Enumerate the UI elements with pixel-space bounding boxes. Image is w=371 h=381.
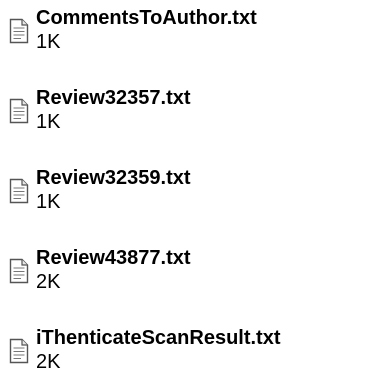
file-list: CommentsToAuthor.txt 1K Review32357.txt …	[0, 0, 371, 381]
file-item-review-32359[interactable]: Review32359.txt 1K	[0, 166, 371, 226]
text-document-icon	[9, 338, 29, 364]
file-item-ithenticate-scan-result[interactable]: iThenticateScanResult.txt 2K	[0, 326, 371, 381]
file-name[interactable]: Review32357.txt	[36, 86, 191, 110]
file-size: 1K	[36, 191, 61, 213]
text-document-icon	[9, 258, 29, 284]
file-name[interactable]: iThenticateScanResult.txt	[36, 326, 281, 350]
text-document-icon	[9, 98, 29, 124]
file-name[interactable]: CommentsToAuthor.txt	[36, 6, 257, 30]
text-document-icon	[9, 178, 29, 204]
file-item-review-32357[interactable]: Review32357.txt 1K	[0, 86, 371, 146]
text-document-icon	[9, 18, 29, 44]
file-size: 1K	[36, 31, 61, 53]
file-item-comments-to-author[interactable]: CommentsToAuthor.txt 1K	[0, 6, 371, 66]
file-size: 1K	[36, 111, 61, 133]
file-size: 2K	[36, 351, 61, 373]
file-size: 2K	[36, 271, 61, 293]
file-item-review-43877[interactable]: Review43877.txt 2K	[0, 246, 371, 306]
file-name[interactable]: Review43877.txt	[36, 246, 191, 270]
file-name[interactable]: Review32359.txt	[36, 166, 191, 190]
